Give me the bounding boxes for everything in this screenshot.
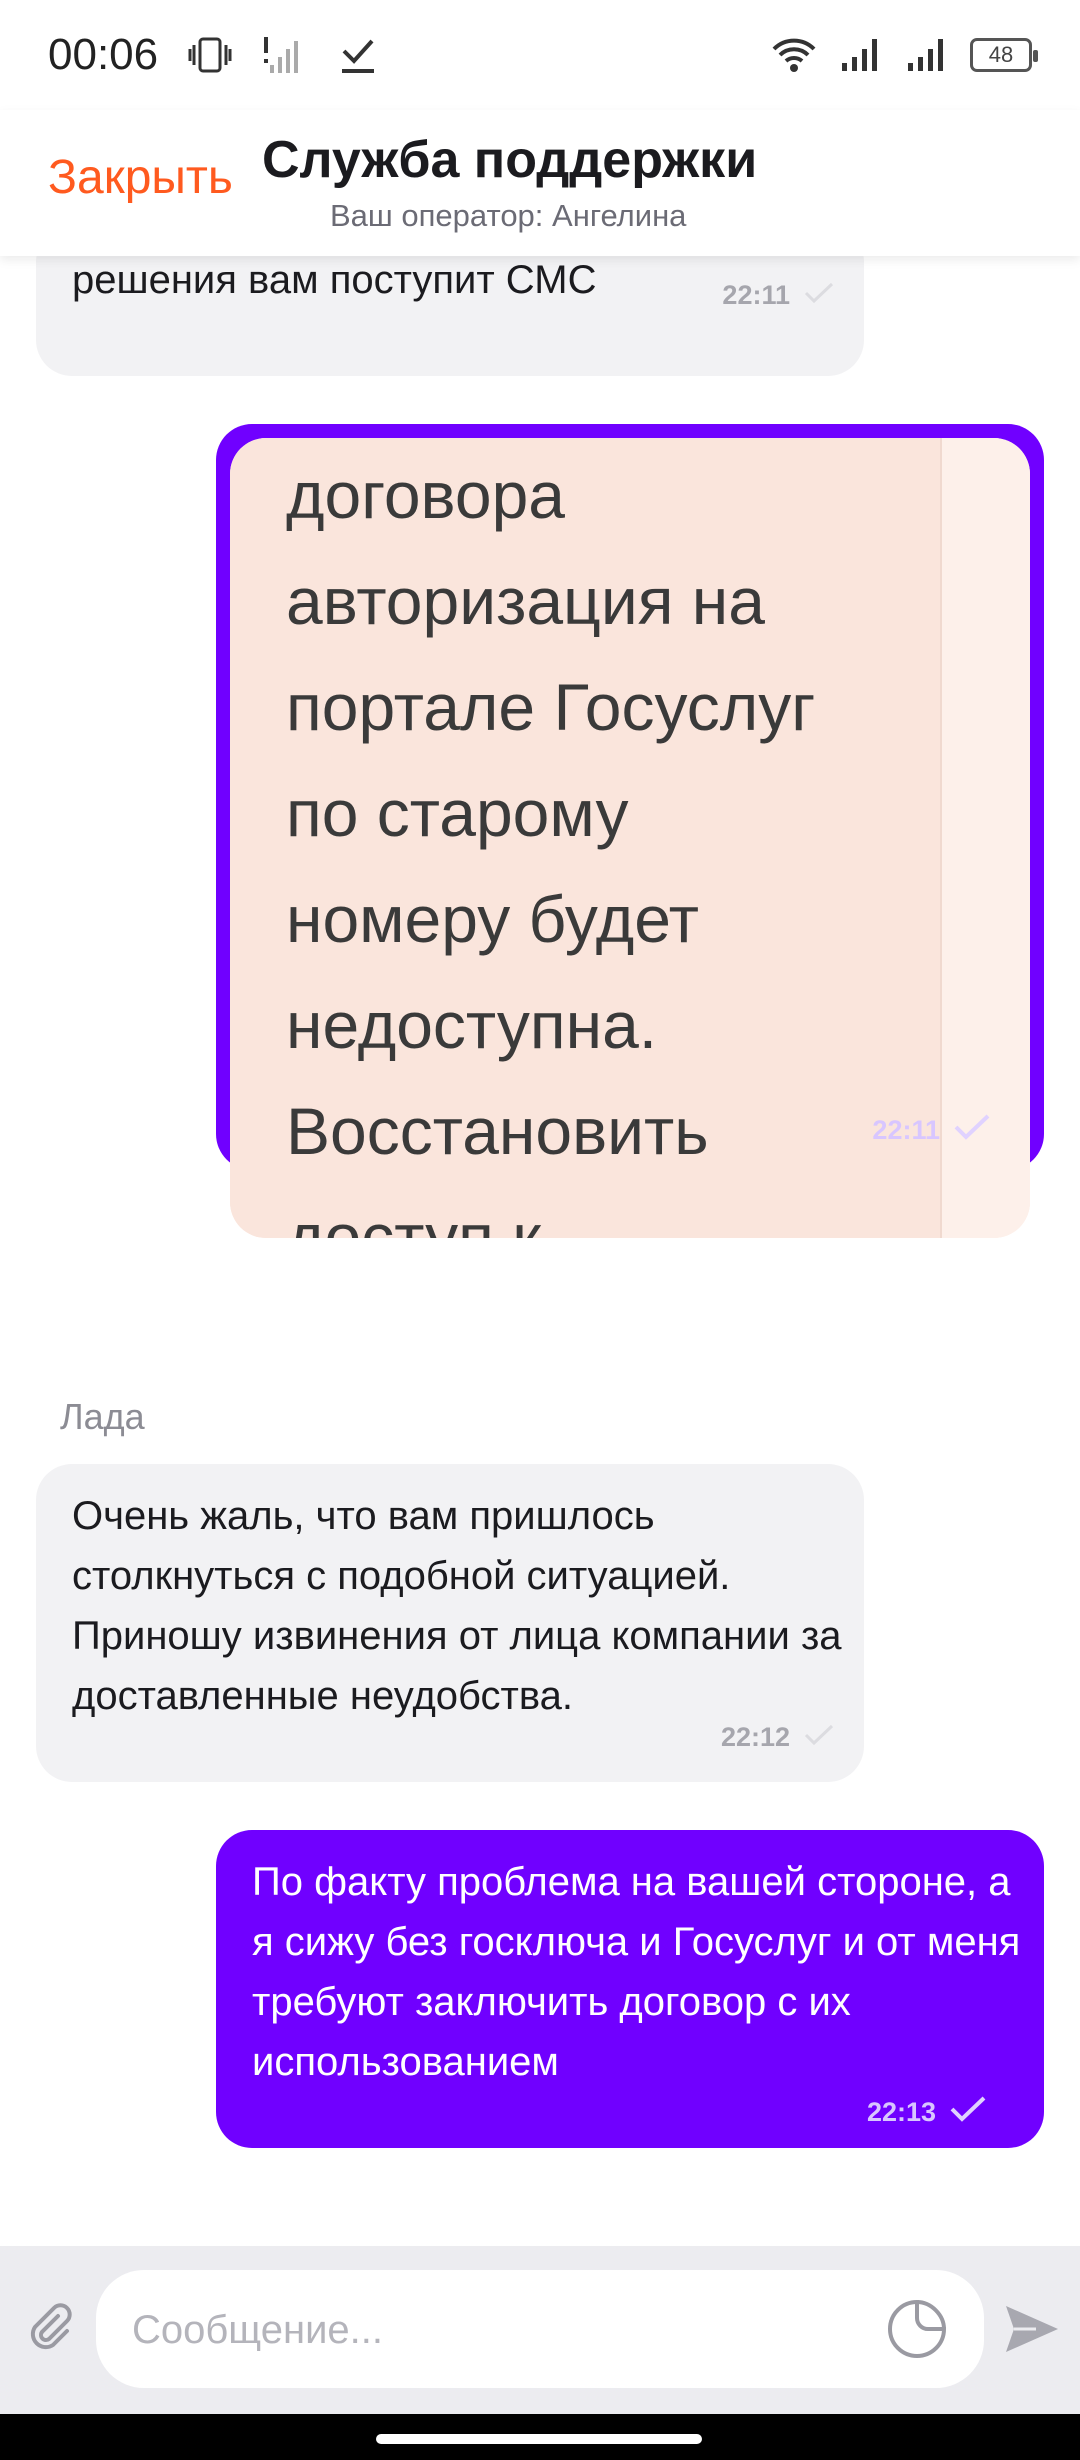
status-bar: 00:06 48 — [0, 0, 1080, 110]
message-meta: 22:11 — [872, 1114, 990, 1147]
message-time: 22:11 — [722, 280, 790, 310]
no-signal-icon — [262, 33, 306, 77]
check-icon — [804, 280, 834, 311]
operator-subtitle: Ваш оператор: Ангелина — [330, 198, 687, 233]
message-list[interactable]: решения вам поступит СМС 22:11 договора … — [0, 256, 1080, 2246]
sender-name: Лада — [60, 1396, 145, 1437]
message-time: 22:11 — [872, 1115, 940, 1145]
sticker-button[interactable] — [886, 2298, 948, 2360]
message-meta: 22:11 — [722, 280, 834, 311]
image-text: договора авторизация на портале Госуслуг… — [286, 458, 816, 1238]
paperclip-icon — [30, 2303, 72, 2350]
message-incoming: решения вам поступит СМС 22:11 — [36, 256, 864, 376]
status-time: 00:06 — [48, 30, 159, 79]
message-outgoing-image[interactable]: договора авторизация на портале Госуслуг… — [216, 424, 1044, 1238]
message-time: 22:13 — [866, 2097, 936, 2127]
checkmark-icon — [336, 33, 380, 77]
signal-icon — [838, 35, 882, 75]
attach-button[interactable] — [20, 2296, 80, 2356]
message-input-container[interactable] — [96, 2270, 984, 2388]
message-text: Очень жаль, что вам пришлось столкнуться… — [72, 1494, 842, 1718]
close-button[interactable]: Закрыть — [48, 150, 233, 205]
page-title: Служба поддержки — [262, 131, 758, 189]
send-button[interactable] — [1000, 2298, 1062, 2360]
message-incoming: Очень жаль, что вам пришлось столкнуться… — [36, 1464, 864, 1782]
message-outgoing: По факту проблема на вашей стороне, а я … — [216, 1830, 1044, 2148]
check-icon — [804, 1722, 834, 1753]
vibrate-icon — [188, 33, 232, 77]
send-icon — [1006, 2306, 1058, 2352]
check-icon — [950, 2096, 986, 2129]
check-icon — [954, 1114, 990, 1147]
home-gesture-handle[interactable] — [376, 2434, 702, 2444]
chat-header: Закрыть Служба поддержки Ваш оператор: А… — [0, 110, 1080, 256]
message-composer — [0, 2246, 1080, 2414]
system-navigation-bar — [0, 2414, 1080, 2460]
signal-icon — [904, 35, 948, 75]
battery-icon: 48 — [970, 38, 1038, 72]
wifi-icon — [772, 35, 816, 75]
sticker-icon — [888, 2299, 947, 2358]
message-text: По факту проблема на вашей стороне, а я … — [252, 1860, 1021, 2084]
message-meta: 22:12 — [721, 1722, 834, 1753]
battery-level: 48 — [988, 42, 1014, 67]
message-meta: 22:13 — [867, 2096, 986, 2129]
message-time: 22:12 — [720, 1722, 790, 1752]
message-input[interactable] — [132, 2300, 832, 2360]
message-text: решения вам поступит СМС — [72, 258, 597, 302]
